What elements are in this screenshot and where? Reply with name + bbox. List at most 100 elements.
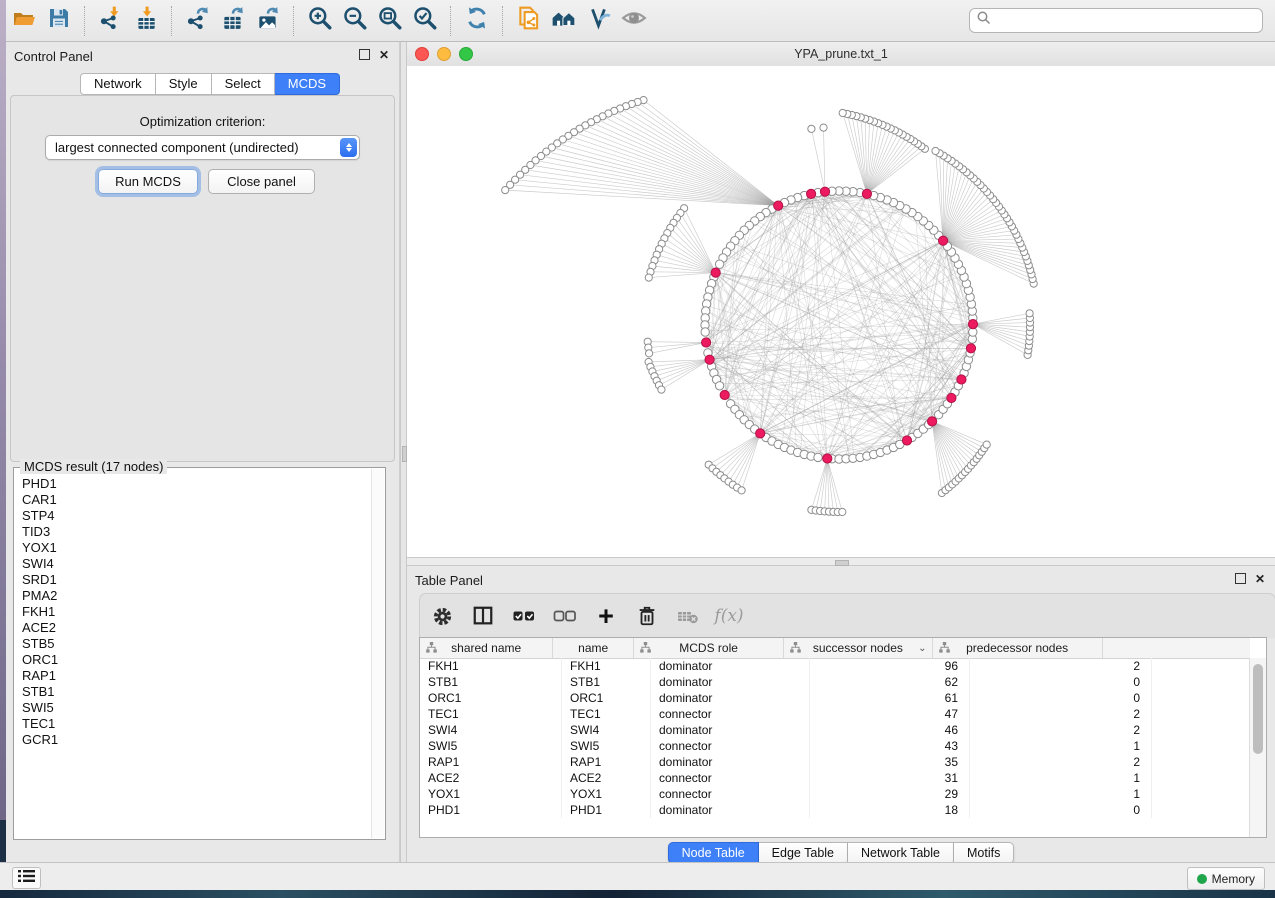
table-cell[interactable]: SWI4 bbox=[420, 722, 562, 738]
mcds-result-item[interactable]: SWI4 bbox=[15, 556, 372, 572]
add-column-button[interactable]: + bbox=[594, 604, 618, 628]
column-header-predecessor-nodes[interactable]: predecessor nodes bbox=[933, 638, 1103, 658]
horizontal-splitter[interactable] bbox=[407, 557, 1275, 566]
table-cell[interactable]: 31 bbox=[810, 770, 970, 786]
table-cell[interactable]: ORC1 bbox=[420, 690, 562, 706]
table-cell[interactable]: 2 bbox=[970, 722, 1152, 738]
table-cell[interactable]: SWI5 bbox=[420, 738, 562, 754]
mcds-result-item[interactable]: SRD1 bbox=[15, 572, 372, 588]
table-cell[interactable]: dominator bbox=[651, 690, 810, 706]
float-panel-icon[interactable] bbox=[359, 49, 370, 60]
zoom-in-button[interactable] bbox=[302, 4, 337, 38]
mcds-result-item[interactable]: YOX1 bbox=[15, 540, 372, 556]
table-cell[interactable]: PHD1 bbox=[420, 802, 562, 818]
network-graph[interactable] bbox=[407, 66, 1275, 557]
delete-column-button[interactable] bbox=[635, 604, 659, 628]
mcds-node[interactable] bbox=[966, 344, 975, 353]
table-cell[interactable]: 43 bbox=[810, 738, 970, 754]
table-row[interactable]: ORC1ORC1dominator610 bbox=[420, 690, 1250, 706]
zoom-fit-button[interactable] bbox=[372, 4, 407, 38]
table-cell[interactable]: dominator bbox=[651, 754, 810, 770]
table-cell[interactable]: SWI5 bbox=[562, 738, 651, 754]
graphics-details-button[interactable] bbox=[546, 4, 581, 38]
open-session-button[interactable] bbox=[6, 4, 41, 38]
search-box[interactable] bbox=[969, 8, 1263, 33]
table-cell[interactable]: dominator bbox=[651, 674, 810, 690]
table-cell[interactable]: dominator bbox=[651, 802, 810, 818]
network-overview-button[interactable] bbox=[616, 4, 651, 38]
table-cell[interactable]: dominator bbox=[651, 658, 810, 674]
column-header-MCDS-role[interactable]: MCDS role bbox=[634, 638, 784, 658]
table-cell[interactable]: 1 bbox=[970, 786, 1152, 802]
import-table-button[interactable] bbox=[128, 4, 163, 38]
new-network-from-selection-button[interactable] bbox=[511, 4, 546, 38]
sort-menu-icon[interactable]: ⌄ bbox=[918, 643, 926, 654]
table-cell[interactable]: TEC1 bbox=[420, 706, 562, 722]
table-cell[interactable]: 2 bbox=[970, 658, 1152, 674]
mcds-node[interactable] bbox=[720, 390, 729, 399]
column-header-name[interactable]: name bbox=[553, 638, 634, 658]
mcds-result-item[interactable]: STB5 bbox=[15, 636, 372, 652]
table-row[interactable]: TEC1TEC1connector472 bbox=[420, 706, 1250, 722]
table-cell[interactable]: 29 bbox=[810, 786, 970, 802]
close-panel-icon[interactable]: ✕ bbox=[379, 50, 389, 60]
memory-button[interactable]: Memory bbox=[1187, 867, 1265, 890]
tab-style[interactable]: Style bbox=[156, 73, 212, 95]
table-cell[interactable]: 1 bbox=[970, 770, 1152, 786]
tab-mcds[interactable]: MCDS bbox=[275, 73, 340, 95]
mcds-result-item[interactable]: SWI5 bbox=[15, 700, 372, 716]
table-row[interactable]: FKH1FKH1dominator962 bbox=[420, 658, 1250, 674]
vertical-splitter[interactable] bbox=[400, 42, 407, 862]
tab-select[interactable]: Select bbox=[212, 73, 275, 95]
table-cell[interactable]: connector bbox=[651, 738, 810, 754]
table-row[interactable]: PHD1PHD1dominator180 bbox=[420, 802, 1250, 818]
mcds-result-item[interactable]: RAP1 bbox=[15, 668, 372, 684]
table-cell[interactable]: 96 bbox=[810, 658, 970, 674]
table-cell[interactable]: 35 bbox=[810, 754, 970, 770]
table-cell[interactable]: SWI4 bbox=[562, 722, 651, 738]
close-panel-button[interactable]: Close panel bbox=[208, 169, 315, 194]
mcds-node[interactable] bbox=[957, 375, 966, 384]
import-network-button[interactable] bbox=[93, 4, 128, 38]
mcds-result-item[interactable]: ORC1 bbox=[15, 652, 372, 668]
tab-motifs[interactable]: Motifs bbox=[954, 842, 1014, 864]
mcds-result-item[interactable]: STB1 bbox=[15, 684, 372, 700]
save-session-button[interactable] bbox=[41, 4, 76, 38]
apply-function-button[interactable]: f(x) bbox=[717, 604, 741, 628]
table-cell[interactable]: 47 bbox=[810, 706, 970, 722]
mcds-result-list[interactable]: PHD1CAR1STP4TID3YOX1SWI4SRD1PMA2FKH1ACE2… bbox=[15, 476, 372, 838]
table-cell[interactable]: FKH1 bbox=[420, 658, 562, 674]
table-row[interactable]: STB1STB1dominator620 bbox=[420, 674, 1250, 690]
table-row[interactable]: SWI4SWI4dominator462 bbox=[420, 722, 1250, 738]
mcds-result-item[interactable]: TEC1 bbox=[15, 716, 372, 732]
table-cell[interactable]: TEC1 bbox=[562, 706, 651, 722]
mcds-result-item[interactable]: TID3 bbox=[15, 524, 372, 540]
mcds-node[interactable] bbox=[939, 236, 948, 245]
export-network-button[interactable] bbox=[180, 4, 215, 38]
network-window-titlebar[interactable]: YPA_prune.txt_1 bbox=[407, 42, 1275, 67]
table-row[interactable]: ACE2ACE2connector311 bbox=[420, 770, 1250, 786]
deselect-all-button[interactable] bbox=[553, 604, 577, 628]
table-cell[interactable]: 61 bbox=[810, 690, 970, 706]
table-cell[interactable]: ACE2 bbox=[562, 770, 651, 786]
tab-network[interactable]: Network bbox=[80, 73, 156, 95]
table-row[interactable]: SWI5SWI5connector431 bbox=[420, 738, 1250, 754]
export-image-button[interactable] bbox=[250, 4, 285, 38]
table-cell[interactable]: 2 bbox=[970, 706, 1152, 722]
table-cell[interactable]: 18 bbox=[810, 802, 970, 818]
zoom-selected-button[interactable] bbox=[407, 4, 442, 38]
run-mcds-button[interactable]: Run MCDS bbox=[98, 169, 198, 194]
tab-network-table[interactable]: Network Table bbox=[848, 842, 954, 864]
mcds-node[interactable] bbox=[756, 429, 765, 438]
search-input[interactable] bbox=[992, 13, 1262, 29]
mcds-node[interactable] bbox=[702, 338, 711, 347]
float-panel-icon[interactable] bbox=[1235, 573, 1246, 584]
table-cell[interactable]: connector bbox=[651, 770, 810, 786]
select-all-button[interactable] bbox=[512, 604, 536, 628]
mcds-node[interactable] bbox=[705, 355, 714, 364]
mcds-node[interactable] bbox=[928, 417, 937, 426]
mcds-node[interactable] bbox=[968, 320, 977, 329]
mcds-node[interactable] bbox=[807, 189, 816, 198]
table-cell[interactable]: 1 bbox=[970, 738, 1152, 754]
table-cell[interactable]: RAP1 bbox=[562, 754, 651, 770]
